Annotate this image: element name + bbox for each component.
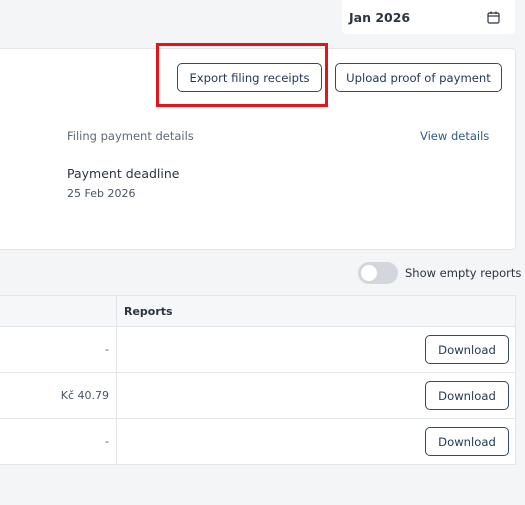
payment-deadline-title: Payment deadline: [67, 166, 180, 181]
payment-deadline-date: 25 Feb 2026: [67, 187, 136, 200]
toggle-knob: [361, 265, 377, 281]
reports-table: Reports - Download Kč 40.79 Download - D…: [0, 295, 516, 465]
export-filing-receipts-button[interactable]: Export filing receipts: [177, 63, 322, 92]
show-empty-reports-toggle[interactable]: [358, 262, 398, 284]
table-row: - Download: [0, 419, 515, 465]
month-picker[interactable]: Jan 2026: [342, 0, 515, 34]
row-amount: Kč 40.79: [60, 389, 109, 402]
table-row: - Download: [0, 327, 515, 373]
download-button[interactable]: Download: [425, 335, 509, 364]
month-picker-value: Jan 2026: [349, 9, 411, 25]
row-amount: -: [105, 435, 109, 448]
reports-column-header: Reports: [124, 305, 173, 318]
calendar-icon: [487, 11, 500, 24]
upload-proof-of-payment-button[interactable]: Upload proof of payment: [335, 63, 502, 92]
show-empty-reports-row: Show empty reports: [358, 262, 521, 284]
filing-payment-details-label: Filing payment details: [67, 129, 194, 143]
filing-summary-card: Export filing receipts Upload proof of p…: [0, 43, 516, 250]
show-empty-reports-label: Show empty reports: [405, 266, 522, 280]
view-details-link[interactable]: View details: [420, 129, 489, 143]
download-button[interactable]: Download: [425, 427, 509, 456]
table-header: Reports: [0, 296, 515, 327]
table-row: Kč 40.79 Download: [0, 373, 515, 419]
row-amount: -: [105, 343, 109, 356]
download-button[interactable]: Download: [425, 381, 509, 410]
page: Jan 2026 Export filing receipts Upload p…: [0, 0, 525, 505]
